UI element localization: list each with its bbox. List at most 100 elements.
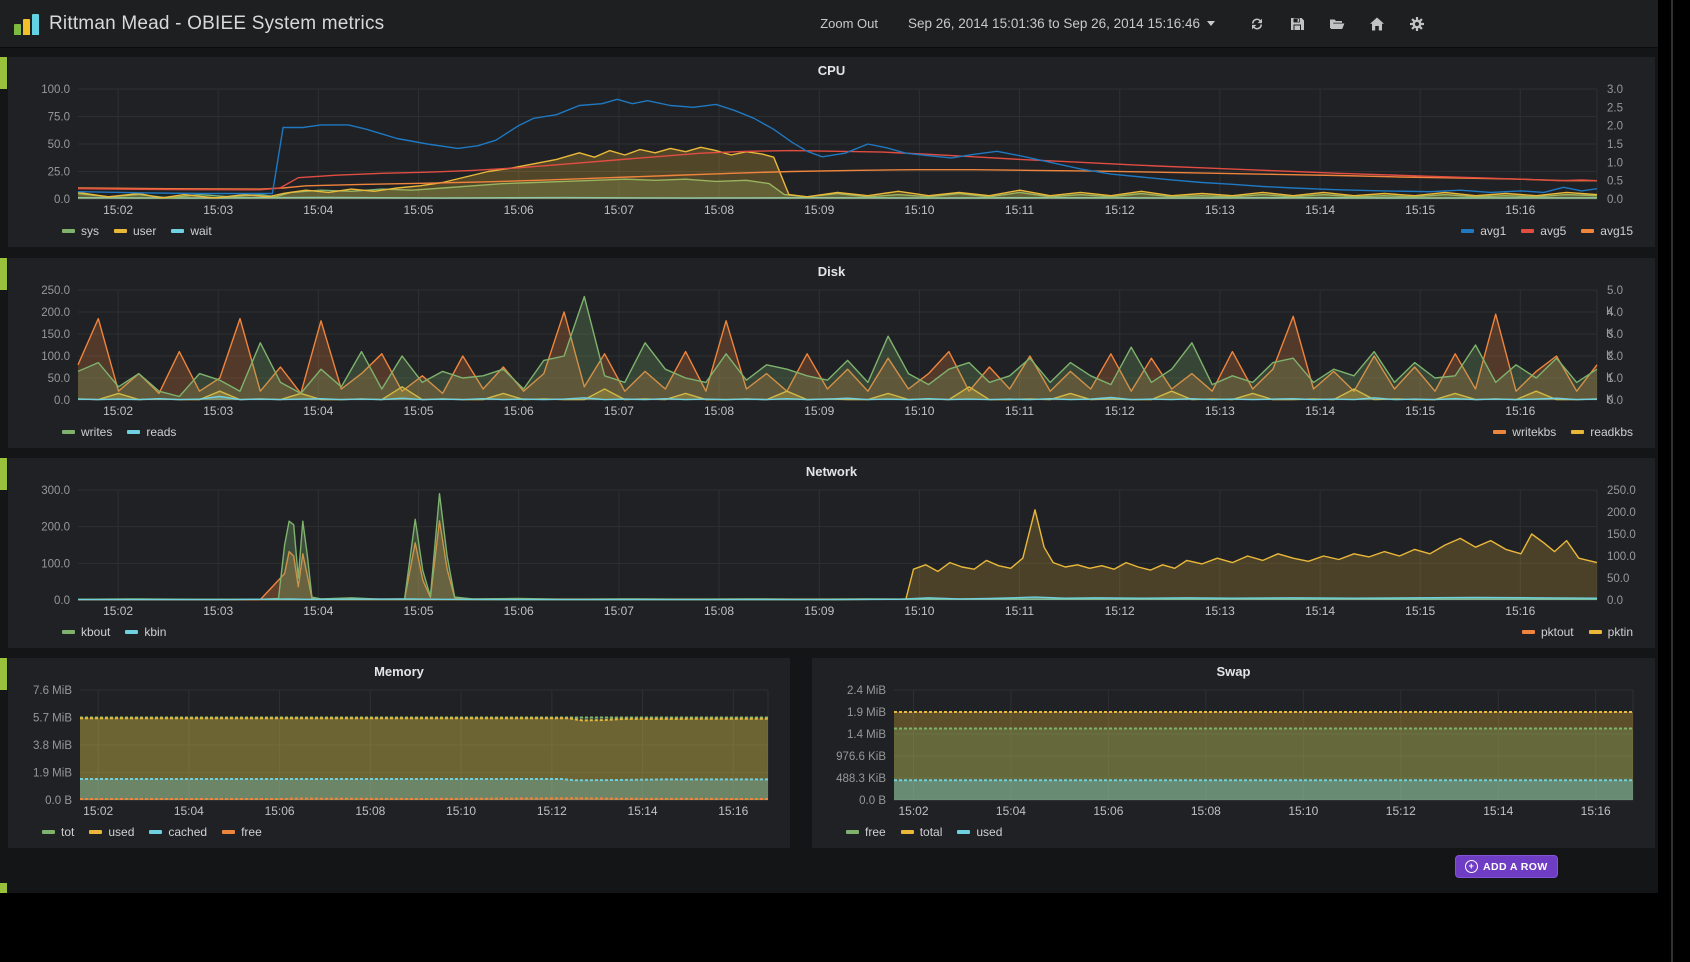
svg-text:15:14: 15:14 [1305, 203, 1335, 217]
legend-swatch [114, 229, 127, 233]
open-folder-icon[interactable] [1329, 16, 1345, 32]
legend-swatch [89, 830, 102, 834]
top-navbar: Rittman Mead - OBIEE System metrics Zoom… [0, 0, 1658, 48]
svg-text:0.0: 0.0 [1607, 194, 1623, 206]
legend-label: free [241, 825, 262, 839]
legend-item-avg1[interactable]: avg1 [1461, 224, 1506, 238]
legend-label: total [920, 825, 943, 839]
svg-text:15:05: 15:05 [404, 604, 434, 618]
legend-item-wait[interactable]: wait [171, 224, 211, 238]
svg-text:0.0: 0.0 [54, 395, 70, 407]
svg-text:15:16: 15:16 [1505, 604, 1535, 618]
svg-text:250.0: 250.0 [41, 285, 70, 297]
svg-text:15:04: 15:04 [303, 404, 333, 418]
cpu-panel-title[interactable]: CPU [16, 60, 1647, 81]
svg-text:15:10: 15:10 [446, 804, 476, 818]
scrollbar[interactable] [1671, 0, 1673, 962]
legend-swatch [901, 830, 914, 834]
legend-swatch [127, 430, 140, 434]
disk-chart[interactable]: 15:0215:0315:0415:0515:0615:0715:0815:09… [16, 282, 1647, 420]
legend-item-avg5[interactable]: avg5 [1521, 224, 1566, 238]
svg-text:1.9 MiB: 1.9 MiB [33, 768, 72, 780]
legend-item-total[interactable]: total [901, 825, 943, 839]
settings-icon[interactable] [1409, 16, 1425, 32]
svg-text:15:02: 15:02 [83, 804, 113, 818]
svg-text:15:13: 15:13 [1205, 604, 1235, 618]
svg-text:15:11: 15:11 [1005, 404, 1034, 418]
memory-chart[interactable]: 15:0215:0415:0615:0815:1015:1215:1415:16… [16, 682, 782, 820]
dashboard-title[interactable]: Rittman Mead - OBIEE System metrics [49, 13, 820, 35]
row-toggle-tab-cpu[interactable] [0, 57, 7, 89]
legend-item-kbout[interactable]: kbout [62, 625, 110, 639]
legend-item-pktout[interactable]: pktout [1522, 625, 1574, 639]
svg-text:3.8 MiB: 3.8 MiB [33, 740, 72, 752]
legend-item-sys[interactable]: sys [62, 224, 99, 238]
legend-item-reads[interactable]: reads [127, 425, 176, 439]
legend-swatch [846, 830, 859, 834]
legend-item-used[interactable]: used [957, 825, 1002, 839]
svg-text:15:16: 15:16 [1505, 404, 1535, 418]
time-range-picker[interactable]: Sep 26, 2014 15:01:36 to Sep 26, 2014 15… [908, 16, 1215, 31]
svg-text:15:15: 15:15 [1405, 604, 1435, 618]
svg-text:15:05: 15:05 [404, 203, 434, 217]
row-toggle-tab-network[interactable] [0, 458, 7, 490]
cpu-chart[interactable]: 15:0215:0315:0415:0515:0615:0715:0815:09… [16, 81, 1647, 219]
swap-panel-title[interactable]: Swap [820, 661, 1647, 682]
legend-item-pktin[interactable]: pktin [1589, 625, 1633, 639]
svg-text:15:10: 15:10 [904, 604, 934, 618]
network-panel-title[interactable]: Network [16, 461, 1647, 482]
zoom-out-button[interactable]: Zoom Out [820, 16, 878, 31]
legend-item-writekbs[interactable]: writekbs [1493, 425, 1556, 439]
svg-text:15:13: 15:13 [1205, 203, 1235, 217]
legend-item-avg15[interactable]: avg15 [1581, 224, 1633, 238]
swap-chart[interactable]: 15:0215:0415:0615:0815:1015:1215:1415:16… [820, 682, 1647, 820]
legend-swatch [222, 830, 235, 834]
legend-item-user[interactable]: user [114, 224, 156, 238]
svg-text:15:08: 15:08 [704, 203, 734, 217]
svg-text:K: K [1606, 372, 1614, 384]
add-row-button[interactable]: + ADD A ROW [1455, 855, 1558, 878]
svg-text:15:04: 15:04 [174, 804, 204, 818]
grafana-logo-icon[interactable] [14, 13, 39, 35]
legend-item-free[interactable]: free [222, 825, 262, 839]
legend-label: used [976, 825, 1002, 839]
svg-text:15:06: 15:06 [504, 404, 534, 418]
legend-label: cached [168, 825, 207, 839]
network-chart[interactable]: 15:0215:0315:0415:0515:0615:0715:0815:09… [16, 482, 1647, 620]
cpu-panel: CPU 15:0215:0315:0415:0515:0615:0715:081… [8, 57, 1655, 247]
row-toggle-tab-new-row[interactable] [0, 883, 7, 893]
legend-item-used[interactable]: used [89, 825, 134, 839]
svg-text:15:12: 15:12 [537, 804, 567, 818]
row-toggle-tab-disk[interactable] [0, 258, 7, 290]
legend-item-writes[interactable]: writes [62, 425, 112, 439]
row-toggle-tab-memory[interactable] [0, 658, 7, 690]
legend-item-cached[interactable]: cached [149, 825, 207, 839]
svg-text:15:07: 15:07 [604, 203, 634, 217]
legend-item-kbin[interactable]: kbin [125, 625, 166, 639]
svg-text:200.0: 200.0 [41, 307, 70, 319]
svg-text:300.0: 300.0 [41, 485, 70, 497]
svg-text:15:02: 15:02 [103, 203, 133, 217]
legend-swatch [957, 830, 970, 834]
disk-panel-title[interactable]: Disk [16, 261, 1647, 282]
home-icon[interactable] [1369, 16, 1385, 32]
legend-label: pktin [1608, 625, 1633, 639]
memory-panel-title[interactable]: Memory [16, 661, 782, 682]
svg-text:15:06: 15:06 [504, 604, 534, 618]
svg-text:K: K [1606, 306, 1614, 318]
svg-text:2.0: 2.0 [1607, 121, 1623, 133]
cpu-legend-left: sys user wait [62, 224, 227, 238]
svg-text:15:09: 15:09 [804, 604, 834, 618]
svg-text:15:16: 15:16 [1505, 203, 1535, 217]
legend-item-free[interactable]: free [846, 825, 886, 839]
swap-panel: Swap 15:0215:0415:0615:0815:1015:1215:14… [812, 658, 1655, 848]
legend-swatch [171, 229, 184, 233]
refresh-icon[interactable] [1249, 16, 1265, 32]
save-icon[interactable] [1289, 16, 1305, 32]
legend-item-readkbs[interactable]: readkbs [1571, 425, 1633, 439]
svg-text:15:14: 15:14 [1483, 804, 1513, 818]
legend-item-tot[interactable]: tot [42, 825, 74, 839]
svg-text:15:14: 15:14 [1305, 404, 1335, 418]
svg-text:1.5: 1.5 [1607, 139, 1623, 151]
legend-swatch [1581, 229, 1594, 233]
